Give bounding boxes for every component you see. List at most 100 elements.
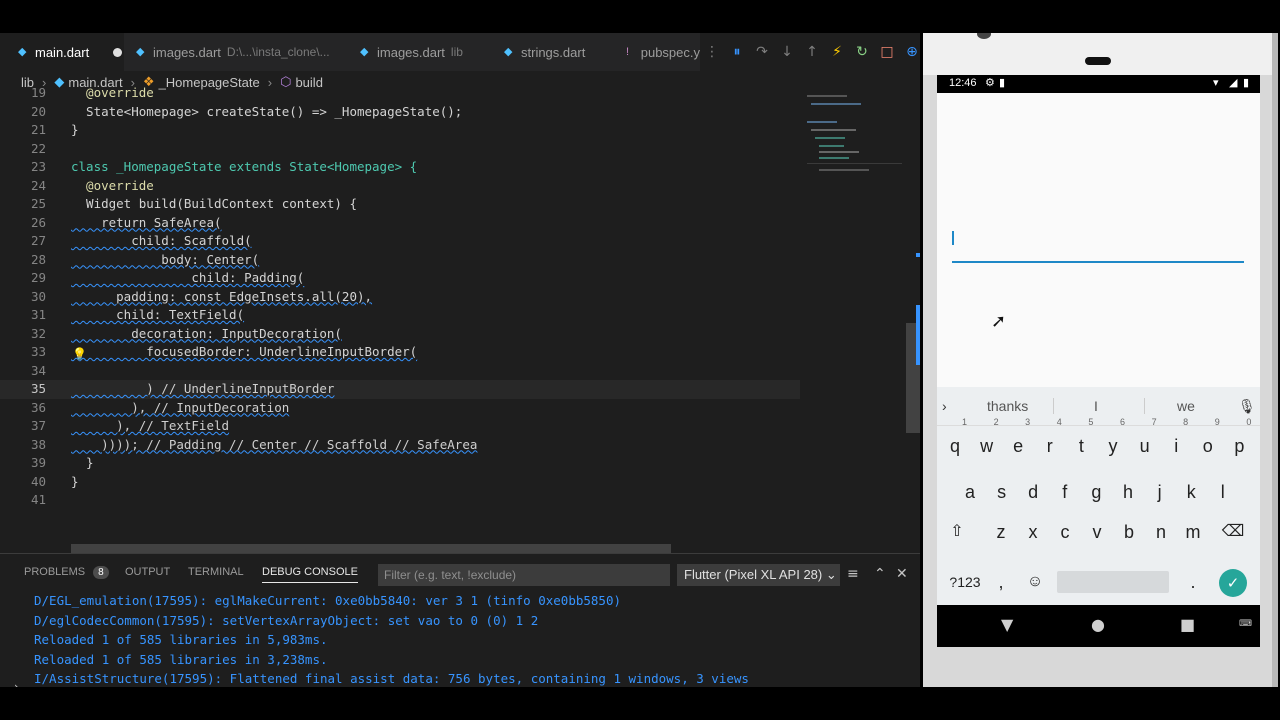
- tab-terminal[interactable]: TERMINAL: [188, 566, 244, 578]
- key-b[interactable]: b: [1115, 515, 1143, 549]
- key-k[interactable]: k: [1177, 475, 1205, 509]
- code-editor[interactable]: 19 @override 20 State<Homepage> createSta…: [0, 85, 800, 549]
- keyboard-switch-icon[interactable]: ⌨: [1239, 619, 1252, 629]
- code-line[interactable]: 25 Widget build(BuildContext context) {: [0, 195, 800, 214]
- shift-key-icon[interactable]: ⇧: [943, 515, 971, 549]
- key-v[interactable]: v: [1083, 515, 1111, 549]
- period-key[interactable]: .: [1179, 565, 1207, 599]
- key-n[interactable]: n: [1147, 515, 1175, 549]
- step-over-icon[interactable]: ↷: [754, 44, 770, 60]
- key-d[interactable]: d: [1019, 475, 1047, 509]
- code-line[interactable]: 30 padding: const EdgeInsets.all(20),: [0, 288, 800, 307]
- key-u[interactable]: u7: [1131, 417, 1159, 463]
- tab-pubspec[interactable]: ! pubspec.y: [614, 33, 700, 71]
- key-t[interactable]: t5: [1067, 417, 1095, 463]
- code-line[interactable]: 23 class _HomepageState extends State<Hom…: [0, 158, 800, 177]
- code-line[interactable]: 35 ) // UnderlineInputBorder: [0, 380, 800, 399]
- recents-nav-icon[interactable]: ■: [1180, 615, 1195, 634]
- minimap[interactable]: [805, 93, 905, 193]
- key-l[interactable]: l: [1209, 475, 1237, 509]
- key-m[interactable]: m: [1179, 515, 1207, 549]
- tab-output[interactable]: OUTPUT: [125, 566, 170, 578]
- code-line[interactable]: 26 return SafeArea(: [0, 214, 800, 233]
- step-into-icon[interactable]: ↓: [779, 44, 795, 60]
- suggestion-2[interactable]: I: [1094, 398, 1098, 414]
- home-nav-icon[interactable]: ●: [1091, 615, 1105, 634]
- emoji-key-icon[interactable]: ☺: [1021, 565, 1049, 599]
- suggestion-1[interactable]: thanks: [987, 398, 1028, 414]
- microphone-icon[interactable]: 🎙: [1238, 398, 1256, 415]
- code-line[interactable]: 24 @override: [0, 177, 800, 196]
- back-nav-icon[interactable]: ▼: [1001, 615, 1013, 634]
- key-j[interactable]: j: [1146, 475, 1174, 509]
- devtools-icon[interactable]: ⊕: [904, 44, 920, 60]
- key-x[interactable]: x: [1019, 515, 1047, 549]
- key-r[interactable]: r4: [1036, 417, 1064, 463]
- tab-images-dart-2[interactable]: ◆ images.dart lib: [346, 33, 492, 71]
- space-key[interactable]: [1057, 571, 1169, 593]
- console-filter-input[interactable]: Filter (e.g. text, !exclude): [378, 564, 670, 586]
- drag-handle-icon[interactable]: ⋮: [704, 44, 720, 60]
- clear-console-icon[interactable]: ≡: [847, 566, 859, 582]
- close-panel-icon[interactable]: ✕: [896, 566, 908, 582]
- code-line[interactable]: 37 ), // TextField: [0, 417, 800, 436]
- key-z[interactable]: z: [987, 515, 1015, 549]
- code-line[interactable]: 36 ), // InputDecoration: [0, 399, 800, 418]
- code-line[interactable]: 38 )))); // Padding // Center // Scaffol…: [0, 436, 800, 455]
- pause-icon[interactable]: ⏸: [729, 44, 745, 60]
- tab-debug-console[interactable]: DEBUG CONSOLE: [262, 566, 358, 583]
- key-p[interactable]: p0: [1225, 417, 1253, 463]
- backspace-key-icon[interactable]: ⌫: [1219, 515, 1247, 549]
- key-hint: 9: [1214, 417, 1220, 427]
- device-select[interactable]: Flutter (Pixel XL API 28) ⌄: [677, 564, 840, 586]
- restart-icon[interactable]: ↻: [854, 44, 870, 60]
- code-line[interactable]: 20 State<Homepage> createState() => _Hom…: [0, 103, 800, 122]
- code-line[interactable]: 21}: [0, 121, 800, 140]
- console-prompt-icon[interactable]: ›: [14, 680, 19, 687]
- step-out-icon[interactable]: ↑: [804, 44, 820, 60]
- unsaved-dot-icon[interactable]: [113, 47, 123, 57]
- tab-strings-dart[interactable]: ◆ strings.dart: [492, 33, 614, 71]
- text-field[interactable]: [952, 225, 1244, 263]
- editor-vertical-scrollbar[interactable]: [906, 93, 920, 573]
- code-line[interactable]: 41: [0, 491, 800, 510]
- key-h[interactable]: h: [1114, 475, 1142, 509]
- code-line[interactable]: 32 decoration: InputDecoration(: [0, 325, 800, 344]
- code-line[interactable]: 39 }: [0, 454, 800, 473]
- maximize-panel-icon[interactable]: ⌃: [874, 566, 886, 582]
- dart-file-icon: ◆: [18, 45, 27, 58]
- code-line[interactable]: 19 @override: [0, 84, 800, 103]
- code-line[interactable]: 28 body: Center(: [0, 251, 800, 270]
- key-q[interactable]: q1: [941, 417, 969, 463]
- key-f[interactable]: f: [1051, 475, 1079, 509]
- code-line[interactable]: 22: [0, 140, 800, 159]
- editor-horizontal-scrollbar[interactable]: [71, 544, 671, 553]
- expand-suggestions-icon[interactable]: ›: [942, 398, 947, 414]
- code-line[interactable]: 31 child: TextField(: [0, 306, 800, 325]
- key-s[interactable]: s: [988, 475, 1016, 509]
- hot-reload-icon[interactable]: ⚡: [829, 44, 845, 60]
- key-y[interactable]: y6: [1099, 417, 1127, 463]
- code-line[interactable]: 27 child: Scaffold(: [0, 232, 800, 251]
- line-number: 22: [30, 140, 46, 156]
- code-line[interactable]: 40}: [0, 473, 800, 492]
- key-o[interactable]: o9: [1194, 417, 1222, 463]
- comma-key[interactable]: ,: [987, 565, 1015, 599]
- key-a[interactable]: a: [956, 475, 984, 509]
- tab-images-dart-1[interactable]: ◆ images.dart D:\...\insta_clone\...: [124, 33, 346, 71]
- key-g[interactable]: g: [1082, 475, 1110, 509]
- key-e[interactable]: e3: [1004, 417, 1032, 463]
- key-w[interactable]: w2: [973, 417, 1001, 463]
- key-c[interactable]: c: [1051, 515, 1079, 549]
- code-line[interactable]: 29 child: Padding(: [0, 269, 800, 288]
- code-line[interactable]: 34: [0, 362, 800, 381]
- lightbulb-icon[interactable]: 💡: [72, 345, 87, 361]
- enter-check-icon[interactable]: ✓: [1219, 569, 1247, 597]
- suggestion-3[interactable]: we: [1177, 398, 1195, 414]
- code-line[interactable]: 33 focusedBorder: UnderlineInputBorder(💡: [0, 343, 800, 362]
- key-i[interactable]: i8: [1162, 417, 1190, 463]
- symbols-key[interactable]: ?123: [945, 565, 985, 599]
- tab-problems[interactable]: PROBLEMS 8: [24, 566, 109, 579]
- stop-icon[interactable]: □: [879, 44, 895, 60]
- tab-main-dart[interactable]: ◆ main.dart: [0, 33, 124, 71]
